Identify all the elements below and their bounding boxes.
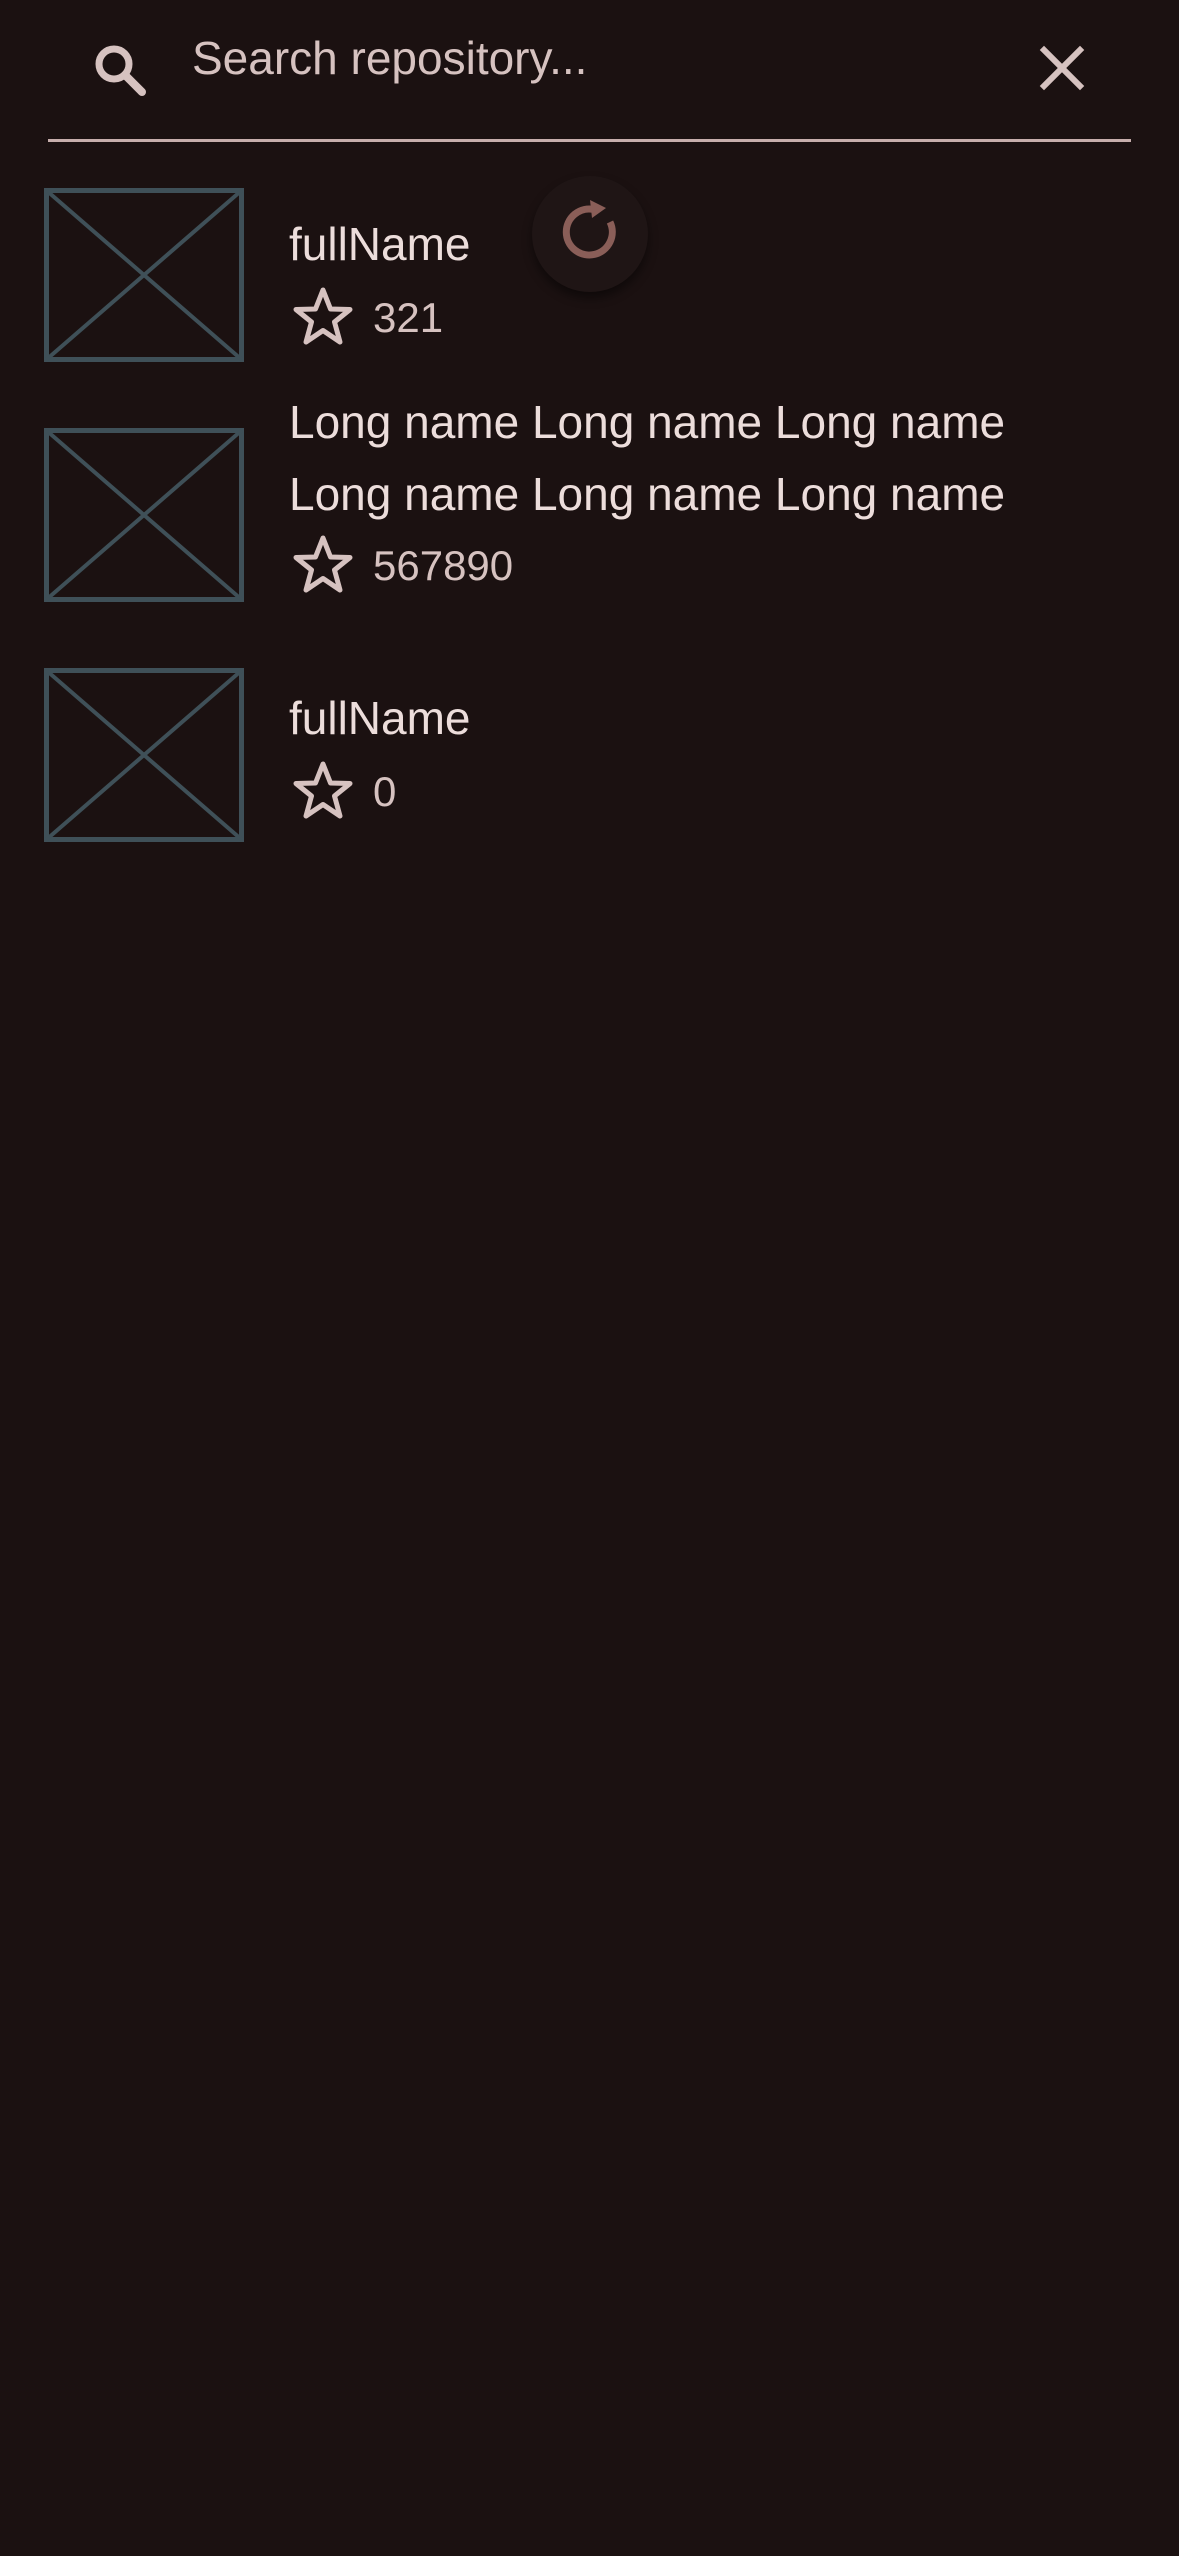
stars-row: 567890 — [289, 530, 513, 602]
star-outline-icon — [289, 284, 357, 352]
star-count: 567890 — [373, 542, 514, 589]
star-outline-icon — [289, 758, 357, 826]
close-icon — [1038, 44, 1086, 97]
repository-name: fullName — [289, 218, 471, 270]
repository-search-screen: fullName 321 Long name Long name Long — [0, 0, 1179, 2556]
image-placeholder-icon — [44, 188, 244, 362]
loading-spinner — [532, 176, 648, 292]
repository-name: fullName — [289, 692, 471, 744]
list-item[interactable]: Long name Long name Long name Long name … — [0, 396, 1179, 618]
star-outline-icon — [289, 532, 357, 600]
star-count: 0 — [373, 768, 397, 815]
star-count: 321 — [373, 294, 444, 341]
search-icon — [88, 38, 152, 102]
stars-row: 321 — [289, 282, 443, 354]
repository-name: Long name Long name Long name Long name … — [289, 396, 1006, 520]
clear-search-button[interactable] — [1024, 32, 1100, 108]
stars-row: 0 — [289, 756, 396, 828]
search-bar — [48, 0, 1131, 142]
search-input[interactable] — [192, 22, 1012, 94]
refresh-spinner-icon — [554, 196, 626, 273]
list-item[interactable]: fullName 0 — [0, 668, 1179, 858]
image-placeholder-icon — [44, 668, 244, 842]
image-placeholder-icon — [44, 428, 244, 602]
